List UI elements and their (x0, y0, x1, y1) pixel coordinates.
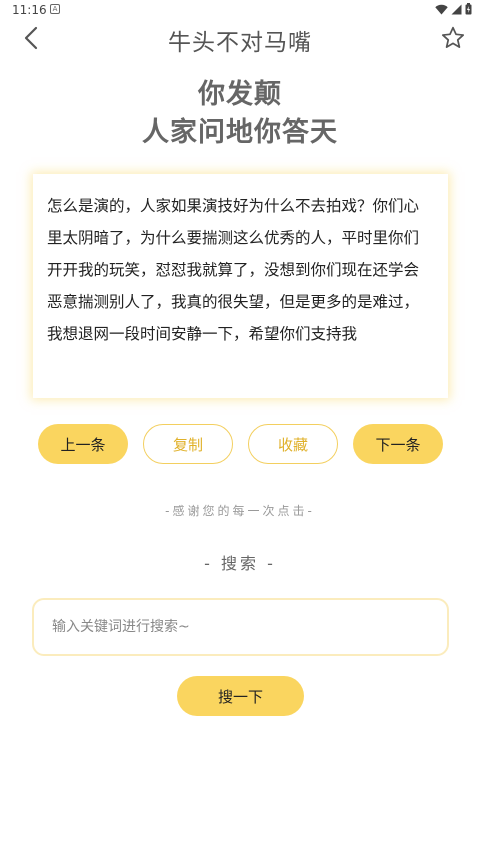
search-heading: - 搜索 - (204, 554, 276, 573)
headline-line-1: 你发颠 (198, 79, 282, 110)
quote-card: 怎么是演的，人家如果演技好为什么不去拍戏？你们心里太阴暗了，为什么要揣测这么优秀… (33, 174, 448, 398)
favorite-star-button[interactable] (438, 22, 468, 54)
headline-line-2: 人家问地你答天 (142, 117, 338, 148)
battery-icon (465, 3, 472, 15)
search-input[interactable] (34, 600, 447, 654)
signal-icon (451, 4, 462, 14)
star-outline-icon (441, 26, 465, 48)
prev-button[interactable]: 上一条 (38, 424, 128, 464)
wifi-icon (435, 4, 448, 14)
app-bar: 牛头不对马嘴 (0, 20, 480, 56)
quote-text: 怎么是演的，人家如果演技好为什么不去拍戏？你们心里太阴暗了，为什么要揣测这么优秀… (47, 197, 420, 343)
status-bar: 11:16 A (0, 0, 480, 20)
action-buttons: 上一条 复制 收藏 下一条 (0, 424, 480, 464)
status-time: 11:16 (12, 3, 47, 17)
thanks-text: -感谢您的每一次点击- (165, 504, 315, 518)
search-box (32, 598, 449, 656)
next-button[interactable]: 下一条 (353, 424, 443, 464)
page-title: 牛头不对马嘴 (168, 30, 312, 56)
notification-icon: A (50, 4, 60, 14)
copy-button[interactable]: 复制 (143, 424, 233, 464)
favorite-button[interactable]: 收藏 (248, 424, 338, 464)
status-icons (435, 3, 472, 15)
search-button[interactable]: 搜一下 (177, 676, 304, 716)
